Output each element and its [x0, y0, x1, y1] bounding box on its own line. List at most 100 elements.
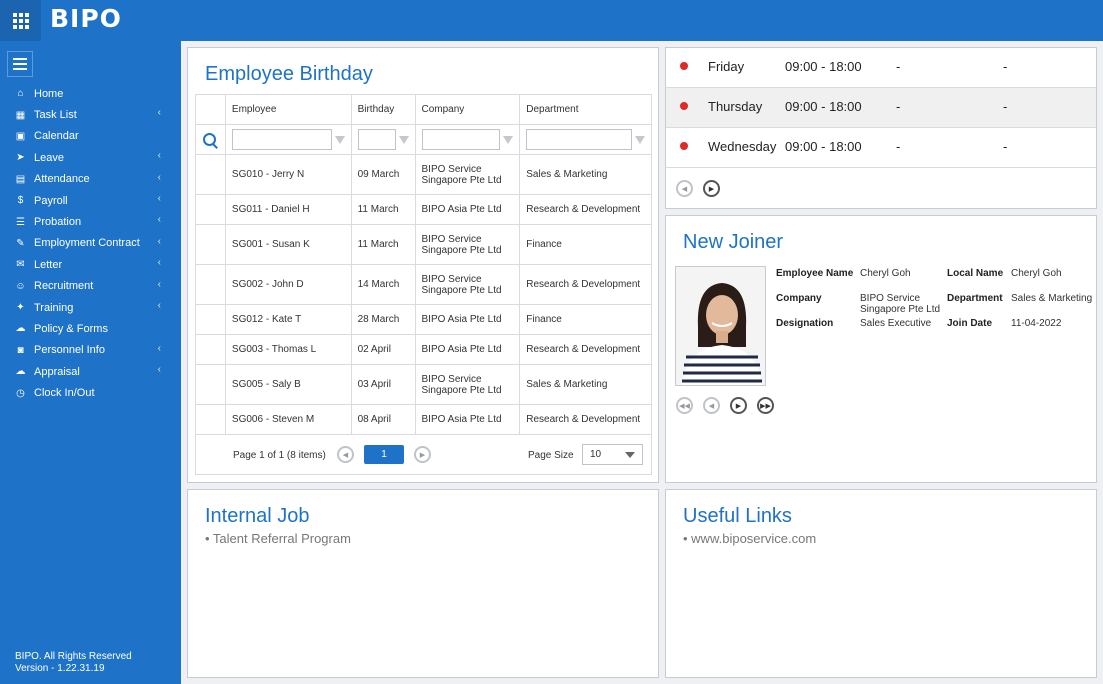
- table-row[interactable]: SG001 - Susan K 11 March BIPO Service Sing…: [195, 224, 652, 265]
- sidebar-item-label: Attendance: [34, 173, 90, 186]
- employee-birthday-title: Employee Birthday: [205, 63, 373, 85]
- first-icon[interactable]: ◀◀: [676, 397, 693, 414]
- chevron-left-icon[interactable]: ‹: [158, 107, 161, 118]
- schedule-value: -: [896, 139, 901, 154]
- local-name-label: Local Name: [947, 268, 1004, 279]
- status-dot-icon: [680, 62, 688, 70]
- employee-birthday-panel: Employee Birthday Employee Birthday Comp…: [187, 47, 659, 483]
- page-number-button[interactable]: 1: [364, 445, 404, 464]
- company-label: Company: [776, 293, 822, 304]
- sidebar-item-employment-contract[interactable]: ✎ Employment Contract ‹: [0, 233, 181, 254]
- contract-icon: ✎: [16, 237, 25, 249]
- sidebar-item-recruitment[interactable]: ☺ Recruitment ‹: [0, 276, 181, 297]
- table-row[interactable]: SG006 - Steven M 08 April BIPO Asia Pte Lt…: [195, 404, 652, 435]
- chevron-left-icon[interactable]: ‹: [158, 257, 161, 268]
- column-header-department[interactable]: Department: [519, 94, 652, 125]
- filter-icon[interactable]: [635, 135, 645, 144]
- schedule-row: Wednesday 09:00 - 18:00 - -: [666, 128, 1096, 168]
- schedule-row: Friday 09:00 - 18:00 - -: [666, 48, 1096, 88]
- company-value: BIPO Service Singapore Pte Ltd: [860, 293, 941, 315]
- table-row[interactable]: SG003 - Thomas L 02 April BIPO Asia Pte Lt…: [195, 334, 652, 365]
- chevron-left-icon[interactable]: ‹: [158, 150, 161, 161]
- table-row[interactable]: SG005 - Saly B 03 April BIPO Service Singa…: [195, 364, 652, 405]
- useful-link[interactable]: • www.biposervice.com: [683, 531, 816, 546]
- chevron-left-icon[interactable]: ‹: [158, 343, 161, 354]
- next-icon[interactable]: ▶: [703, 180, 720, 197]
- department-cell: Research & Development: [519, 404, 652, 435]
- table-row[interactable]: SG011 - Daniel H 11 March BIPO Asia Pte Lt…: [195, 194, 652, 225]
- company-filter-input[interactable]: [421, 129, 501, 150]
- useful-links-title: Useful Links: [683, 505, 792, 527]
- chevron-left-icon[interactable]: ‹: [158, 214, 161, 225]
- prev-icon[interactable]: ◀: [676, 180, 693, 197]
- filter-icon[interactable]: [503, 135, 514, 144]
- prev-icon[interactable]: ◀: [703, 397, 720, 414]
- search-icon[interactable]: [202, 132, 218, 148]
- company-cell: BIPO Service Singapore Pte Ltd: [414, 264, 521, 305]
- schedule-time: 09:00 - 18:00: [785, 59, 862, 74]
- schedule-value: -: [1003, 139, 1008, 154]
- sidebar-item-training[interactable]: ✦ Training ‹: [0, 297, 181, 318]
- next-icon[interactable]: ▶: [730, 397, 747, 414]
- prev-page-icon[interactable]: ◀: [337, 446, 354, 463]
- sidebar-item-letter[interactable]: ✉ Letter ‹: [0, 254, 181, 275]
- column-header-company[interactable]: Company: [414, 94, 521, 125]
- sidebar-item-personnel-info[interactable]: ◙ Personnel Info ‹: [0, 340, 181, 361]
- company-cell: BIPO Service Singapore Pte Ltd: [414, 224, 521, 265]
- chevron-left-icon[interactable]: ‹: [158, 236, 161, 247]
- employee-cell: SG012 - Kate T: [224, 304, 352, 335]
- chevron-left-icon[interactable]: ‹: [158, 279, 161, 290]
- department-filter-input[interactable]: [526, 129, 632, 150]
- sidebar-item-payroll[interactable]: $ Payroll ‹: [0, 190, 181, 211]
- row-spacer: [195, 304, 226, 335]
- row-spacer: [195, 334, 226, 365]
- department-cell: Research & Development: [519, 194, 652, 225]
- pager-info: Page 1 of 1 (8 items): [233, 450, 326, 461]
- birthday-filter-input[interactable]: [357, 129, 396, 150]
- birthday-cell: 28 March: [350, 304, 416, 335]
- column-header-employee[interactable]: Employee: [224, 94, 352, 125]
- sidebar-item-probation[interactable]: ☰ Probation ‹: [0, 211, 181, 232]
- filter-icon[interactable]: [334, 135, 345, 144]
- next-page-icon[interactable]: ▶: [414, 446, 431, 463]
- sidebar-item-attendance[interactable]: ▤ Attendance ‹: [0, 169, 181, 190]
- birthday-grid: Employee Birthday Company Department SG0…: [195, 94, 652, 435]
- company-cell: BIPO Asia Pte Ltd: [414, 194, 521, 225]
- row-spacer: [195, 364, 226, 405]
- sidebar-item-calendar[interactable]: ▣ Calendar: [0, 126, 181, 147]
- employee-cell: SG001 - Susan K: [224, 224, 352, 265]
- schedule-value: -: [896, 59, 901, 74]
- chevron-left-icon[interactable]: ‹: [158, 300, 161, 311]
- chevron-left-icon[interactable]: ‹: [158, 193, 161, 204]
- sidebar-item-policy-forms[interactable]: ☁ Policy & Forms: [0, 318, 181, 339]
- employee-filter-input[interactable]: [231, 129, 332, 150]
- sidebar-item-clock-in-out[interactable]: ◷ Clock In/Out: [0, 382, 181, 403]
- app-grid-icon[interactable]: [0, 0, 41, 41]
- chevron-left-icon[interactable]: ‹: [158, 364, 161, 375]
- chevron-left-icon[interactable]: ‹: [158, 172, 161, 183]
- table-row[interactable]: SG010 - Jerry N 09 March BIPO Service Sing…: [195, 154, 652, 195]
- sidebar-item-task-list[interactable]: ▦ Task List ‹: [0, 104, 181, 125]
- schedule-value: -: [896, 99, 901, 114]
- filter-icon[interactable]: [398, 135, 409, 144]
- designation-value: Sales Executive: [860, 318, 932, 329]
- sidebar-item-appraisal[interactable]: ☁ Appraisal ‹: [0, 361, 181, 382]
- new-joiner-title: New Joiner: [683, 231, 784, 253]
- status-dot-icon: [680, 102, 688, 110]
- page-size-select[interactable]: 10: [582, 444, 643, 465]
- hamburger-menu-icon[interactable]: [7, 51, 33, 77]
- table-row[interactable]: SG012 - Kate T 28 March BIPO Asia Pte Ltd F…: [195, 304, 652, 335]
- sidebar-item-leave[interactable]: ➤ Leave ‹: [0, 147, 181, 168]
- sidebar-item-label: Recruitment: [34, 280, 94, 293]
- sidebar-item-home[interactable]: ⌂ Home: [0, 83, 181, 104]
- internal-job-link[interactable]: • Talent Referral Program: [205, 531, 351, 546]
- payroll-icon: $: [17, 195, 24, 207]
- schedule-value: -: [1003, 59, 1008, 74]
- sidebar-menu: ⌂ Home ▦ Task List ‹ ▣ Calendar ➤ Leave ‹ ▤ Attenda…: [0, 83, 181, 404]
- table-row[interactable]: SG002 - John D 14 March BIPO Service Singa…: [195, 264, 652, 305]
- last-icon[interactable]: ▶▶: [757, 397, 774, 414]
- schedule-day: Friday: [708, 59, 745, 74]
- employee-photo: [675, 266, 766, 386]
- column-header-birthday[interactable]: Birthday: [350, 94, 416, 125]
- birthday-cell: 03 April: [350, 364, 416, 405]
